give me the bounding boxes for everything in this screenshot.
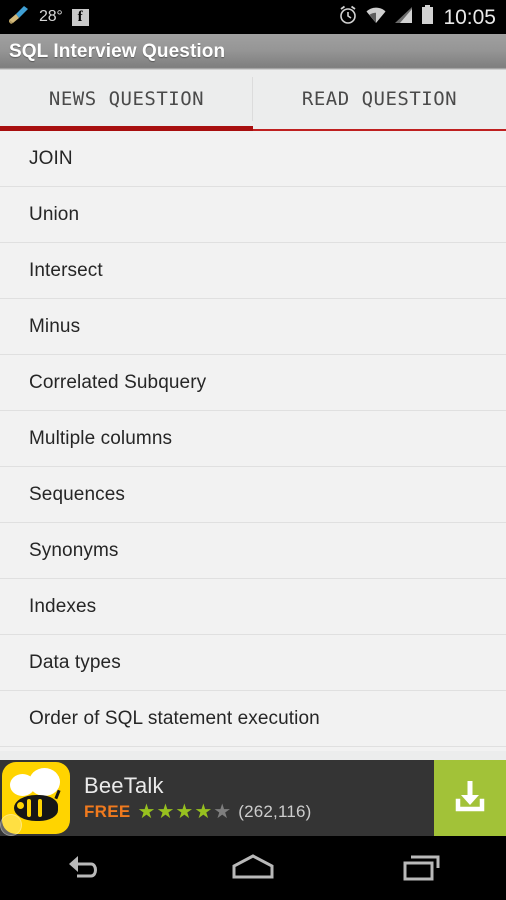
list-item-label: JOIN xyxy=(29,147,73,169)
phone-screen: 28° f 10:05 SQL Interview Question NEWS … xyxy=(0,0,506,900)
wifi-icon xyxy=(365,6,387,29)
list-item-label: Correlated Subquery xyxy=(29,371,207,393)
tab-news-question-label: NEWS QUESTION xyxy=(48,88,205,110)
status-bar-left: 28° f xyxy=(8,5,338,30)
list-item-label: Minus xyxy=(29,315,81,337)
ad-icon-container xyxy=(0,760,72,836)
bee-eye xyxy=(17,802,24,809)
star-icon: ★ xyxy=(213,800,232,823)
question-list[interactable]: JOIN Union Intersect Minus Correlated Su… xyxy=(0,131,506,751)
list-item[interactable]: Correlated Subquery xyxy=(0,355,506,411)
page-title: SQL Interview Question xyxy=(9,40,226,62)
ad-price-label: FREE xyxy=(84,801,131,821)
ad-meta-row: FREE ★ ★ ★ ★ ★ (262,116) xyxy=(84,802,434,822)
status-bar-right: 10:05 xyxy=(338,4,496,30)
download-icon xyxy=(450,776,490,821)
list-item[interactable]: Intersect xyxy=(0,243,506,299)
ad-text-block: BeeTalk FREE ★ ★ ★ ★ ★ (262,116) xyxy=(72,760,434,836)
list-item-label: Multiple columns xyxy=(29,427,173,449)
star-icon: ★ xyxy=(156,800,175,823)
ad-download-button[interactable] xyxy=(434,760,506,836)
tab-news-question[interactable]: NEWS QUESTION xyxy=(0,71,253,131)
back-button[interactable] xyxy=(34,836,134,900)
adchoices-icon[interactable] xyxy=(0,814,22,836)
list-item-label: Order of SQL statement execution xyxy=(29,707,320,729)
tab-bar: NEWS QUESTION READ QUESTION xyxy=(0,71,506,131)
star-icon: ★ xyxy=(175,800,194,823)
home-button[interactable] xyxy=(203,836,303,900)
facebook-icon: f xyxy=(71,8,89,26)
bee-stripe xyxy=(38,799,42,817)
bee-stripe xyxy=(27,799,31,817)
list-item-label: Union xyxy=(29,203,80,225)
clock-label: 10:05 xyxy=(443,5,496,29)
tab-read-question[interactable]: READ QUESTION xyxy=(253,71,506,131)
list-item[interactable]: Synonyms xyxy=(0,523,506,579)
list-item[interactable]: Sequences xyxy=(0,467,506,523)
list-item-label: Indexes xyxy=(29,595,97,617)
list-item[interactable]: Order of SQL statement execution xyxy=(0,691,506,747)
app-title-bar: SQL Interview Question xyxy=(0,34,506,70)
list-item-label: Intersect xyxy=(29,259,103,281)
star-icon: ★ xyxy=(137,800,156,823)
list-item-label: Synonyms xyxy=(29,539,119,561)
list-item[interactable]: JOIN xyxy=(0,131,506,187)
star-icon: ★ xyxy=(194,800,213,823)
battery-icon xyxy=(421,4,434,30)
list-item[interactable]: Union xyxy=(0,187,506,243)
ad-banner[interactable]: BeeTalk FREE ★ ★ ★ ★ ★ (262,116) xyxy=(0,760,506,836)
list-item[interactable]: Minus xyxy=(0,299,506,355)
ad-rating-count: (262,116) xyxy=(238,801,312,821)
temperature-label: 28° xyxy=(39,8,63,25)
ad-rating-stars: ★ ★ ★ ★ ★ xyxy=(138,802,232,822)
alarm-clock-icon xyxy=(338,5,358,30)
system-navigation-bar xyxy=(0,836,506,900)
recents-button[interactable] xyxy=(372,836,472,900)
list-item[interactable]: Multiple columns xyxy=(0,411,506,467)
list-item[interactable]: Data types xyxy=(0,635,506,691)
list-item-label: Sequences xyxy=(29,483,125,505)
cellular-signal-icon xyxy=(394,6,414,29)
tab-read-question-label: READ QUESTION xyxy=(301,88,458,110)
cleaner-broom-icon xyxy=(8,5,30,30)
status-bar: 28° f 10:05 xyxy=(0,0,506,34)
ad-app-name: BeeTalk xyxy=(84,773,164,799)
bee-wing-right xyxy=(29,768,60,796)
list-item-label: Data types xyxy=(29,651,121,673)
list-item[interactable]: Indexes xyxy=(0,579,506,635)
